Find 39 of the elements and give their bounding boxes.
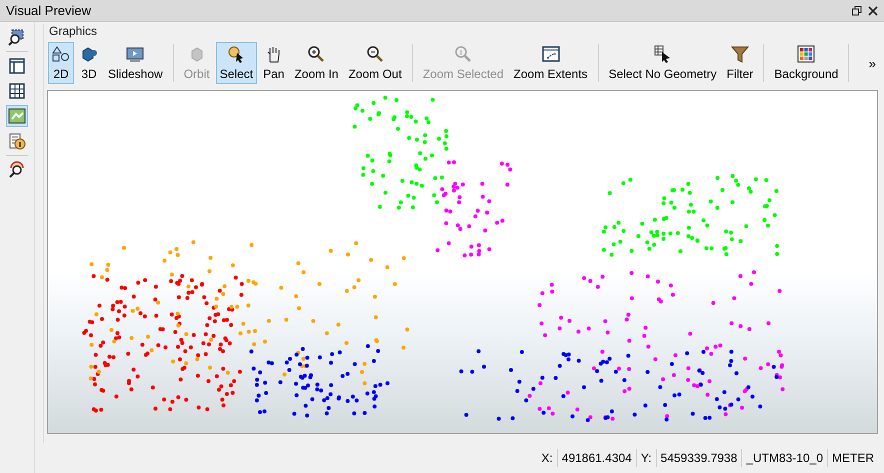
restore-icon[interactable]	[852, 6, 862, 16]
grid-icon	[8, 82, 26, 100]
extents-icon	[542, 45, 560, 63]
unit: METER	[831, 450, 875, 467]
zoom-in-icon	[307, 45, 326, 63]
layout-icon	[8, 57, 26, 75]
zoom-window-icon	[8, 28, 26, 46]
y-value: 5459339.7938	[656, 449, 742, 467]
toolbar-button[interactable]: Select No Geometry	[604, 42, 721, 84]
toolbar-button[interactable]: Slideshow	[104, 42, 167, 84]
toolbar-button[interactable]: Zoom In	[290, 42, 342, 84]
toolbar-button[interactable]: Select	[216, 42, 258, 84]
info-cursor-icon	[227, 45, 246, 63]
close-icon[interactable]	[868, 6, 878, 16]
coordinate-system: _UTM83-10_0	[742, 449, 828, 467]
toolbar-button[interactable]: Pan	[259, 42, 288, 84]
toolbar-button[interactable]: 3D	[76, 42, 102, 84]
x-label: X:	[537, 449, 558, 467]
toolbar-button[interactable]: Filter	[722, 42, 758, 84]
y-label: Y:	[636, 449, 657, 467]
group-title: Graphics	[49, 24, 98, 38]
toolbar-button[interactable]: Background	[770, 42, 842, 84]
funnel-icon	[730, 45, 749, 63]
inspect-icon	[8, 161, 26, 179]
info-icon	[8, 132, 26, 150]
zoom-info-icon	[454, 45, 472, 63]
toolbar-button[interactable]: 2D	[48, 42, 74, 84]
sidebar-button[interactable]	[6, 105, 28, 127]
palette-icon	[797, 45, 816, 63]
shapes-icon	[52, 45, 70, 63]
toolbar-button[interactable]: Zoom Extents	[510, 42, 592, 84]
monitor-icon	[126, 45, 144, 63]
toolbar-button[interactable]: Zoom Out	[344, 42, 406, 84]
cube-icon	[80, 45, 98, 63]
zoom-out-icon	[366, 45, 384, 63]
overflow-chevron[interactable]: »	[868, 56, 878, 70]
window-title: Visual Preview	[6, 3, 92, 18]
table-cursor-icon	[654, 45, 672, 63]
x-value: 491861.4304	[558, 449, 637, 467]
